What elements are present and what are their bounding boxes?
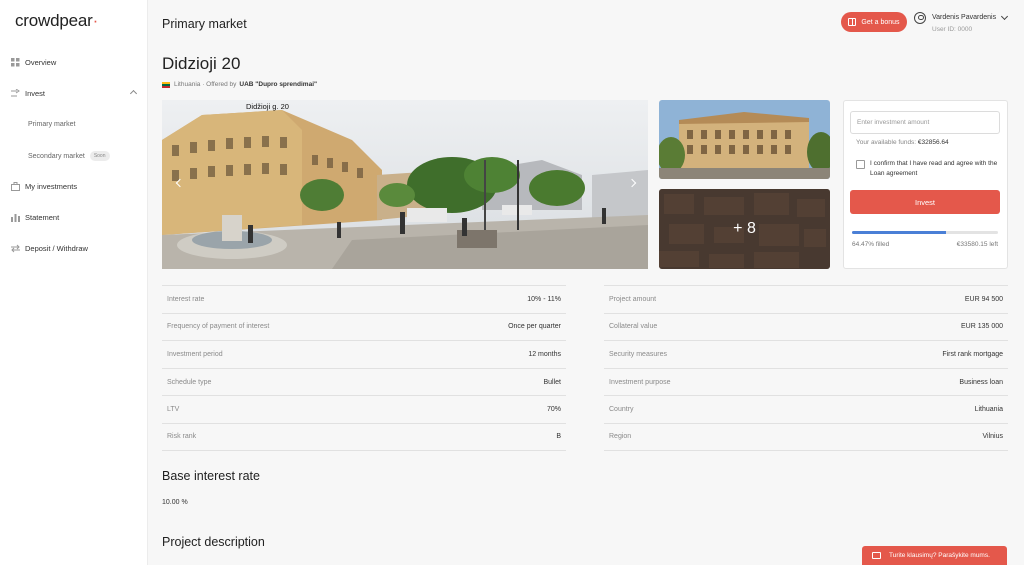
detail-key: Region [609,433,632,441]
project-title: Didzioji 20 [162,54,241,73]
sidebar-item-deposit-withdraw[interactable]: Deposit / Withdraw [11,244,88,253]
project-country: Lithuania [174,81,201,88]
invest-icon [11,89,20,98]
sidebar-item-label: My investments [25,182,78,191]
description-heading: Project description [162,535,265,549]
grid-icon [11,58,20,67]
bar-chart-icon [11,213,20,222]
logo[interactable]: crowdpear· [15,11,98,31]
project-subline: Lithuania · Offered by UAB "Dupro sprend… [162,81,317,88]
detail-row: Investment purpose Business loan [604,367,1008,396]
sidebar-item-label: Overview [25,58,57,67]
sidebar-item-label: Statement [25,213,60,222]
details-table-right: Project amount EUR 94 500 Collateral value… [604,285,1008,451]
base-rate-value: 10.00 % [162,499,188,506]
detail-row: Country Lithuania [604,395,1008,423]
detail-key: Security measures [609,350,667,358]
sidebar-item-label: Deposit / Withdraw [25,244,88,253]
message-icon [872,552,881,559]
offered-by: UAB "Dupro sprendimai" [239,81,318,88]
image-caption: Didžioji g. 20 [246,102,289,111]
detail-value: 70% [546,406,561,414]
sidebar-subitem-label: Primary market [28,121,76,128]
detail-key: LTV [167,406,180,414]
detail-value: 12 months [528,350,561,358]
detail-key: Project amount [609,295,657,303]
funding-progress-fill [852,231,947,234]
funds-label: Your available funds: [856,139,917,146]
detail-value: Vilnius [982,433,1004,441]
sidebar-item-invest[interactable]: Invest [11,89,45,98]
details-table-left: Interest rate 10% - 11% Frequency of payme… [162,285,566,451]
detail-value: Once per quarter [508,323,561,331]
transfer-icon [11,244,20,253]
lithuania-flag-icon [162,81,170,88]
filled-text: 64.47% filled [852,241,890,248]
page-title: Primary market [162,17,247,31]
detail-row: Frequency of payment of interest Once per… [162,312,566,341]
get-bonus-button[interactable]: Get a bonus [841,12,907,32]
detail-value: B [556,433,561,441]
chevron-down-icon[interactable] [1000,12,1009,21]
chat-widget[interactable]: Turite klausimų? Parašykite mums. [862,546,1007,565]
detail-value: Bullet [543,378,561,386]
detail-value: First rank mortgage [942,350,1003,358]
more-photos-button[interactable]: + 8 [659,189,830,269]
invest-button[interactable]: Invest [850,190,1000,214]
detail-value: EUR 135 000 [960,323,1003,331]
sidebar-item-my-investments[interactable]: My investments [11,182,77,191]
soon-badge: Soon [89,151,110,161]
sidebar-item-secondary-market[interactable]: Secondary market Soon [28,151,110,161]
base-rate-heading: Base interest rate [162,469,260,483]
sidebar-subitem-label: Secondary market [28,152,85,160]
sidebar-item-statement[interactable]: Statement [11,213,59,222]
available-funds: Your available funds: €32856.64 [856,139,949,146]
briefcase-icon [11,182,20,191]
detail-row: Region Vilnius [604,422,1008,451]
detail-key: Frequency of payment of interest [167,323,270,331]
offered-prefix: · Offered by [202,81,237,88]
gift-icon [848,18,857,26]
thumbnail-photo[interactable] [659,100,830,179]
sidebar-item-overview[interactable]: Overview [11,58,56,67]
get-bonus-label: Get a bonus [861,18,900,26]
detail-value: 10% - 11% [527,295,561,303]
chevron-up-icon[interactable] [129,89,138,98]
sidebar-item-label: Invest [25,89,46,98]
sidebar-item-primary-market[interactable]: Primary market [28,121,75,128]
detail-key: Schedule type [167,378,212,386]
funding-progress [852,231,998,234]
sidebar: crowdpear· Overview Invest Primary marke… [0,0,148,565]
detail-row: Interest rate 10% - 11% [162,285,566,313]
agree-checkbox[interactable] [856,160,865,169]
detail-row: Project amount EUR 94 500 [604,285,1008,313]
chat-label: Turite klausimų? Parašykite mums. [889,552,990,559]
detail-key: Interest rate [167,295,205,303]
detail-row: Schedule type Bullet [162,367,566,396]
detail-key: Country [609,406,634,414]
detail-key: Investment period [167,350,223,358]
detail-key: Collateral value [609,323,658,331]
user-icon[interactable] [914,12,926,24]
detail-row: Collateral value EUR 135 000 [604,312,1008,341]
detail-row: Security measures First rank mortgage [604,340,1008,368]
agree-label: I confirm that I have read and agree wit… [870,160,998,177]
investment-amount-input[interactable] [850,111,1000,134]
main-photo[interactable] [162,100,648,269]
detail-key: Investment purpose [609,378,671,386]
detail-value: EUR 94 500 [964,295,1003,303]
left-text: €33580.15 left [956,241,998,248]
detail-value: Lithuania [974,406,1003,414]
detail-value: Business loan [959,378,1003,386]
detail-row: Investment period 12 months [162,340,566,368]
user-name[interactable]: Vardenis Pavardenis [932,14,996,21]
detail-row: LTV 70% [162,395,566,423]
funds-value: €32856.64 [917,139,949,146]
detail-row: Risk rank B [162,422,566,451]
user-id: User ID: 0000 [932,26,973,33]
detail-key: Risk rank [167,433,197,441]
